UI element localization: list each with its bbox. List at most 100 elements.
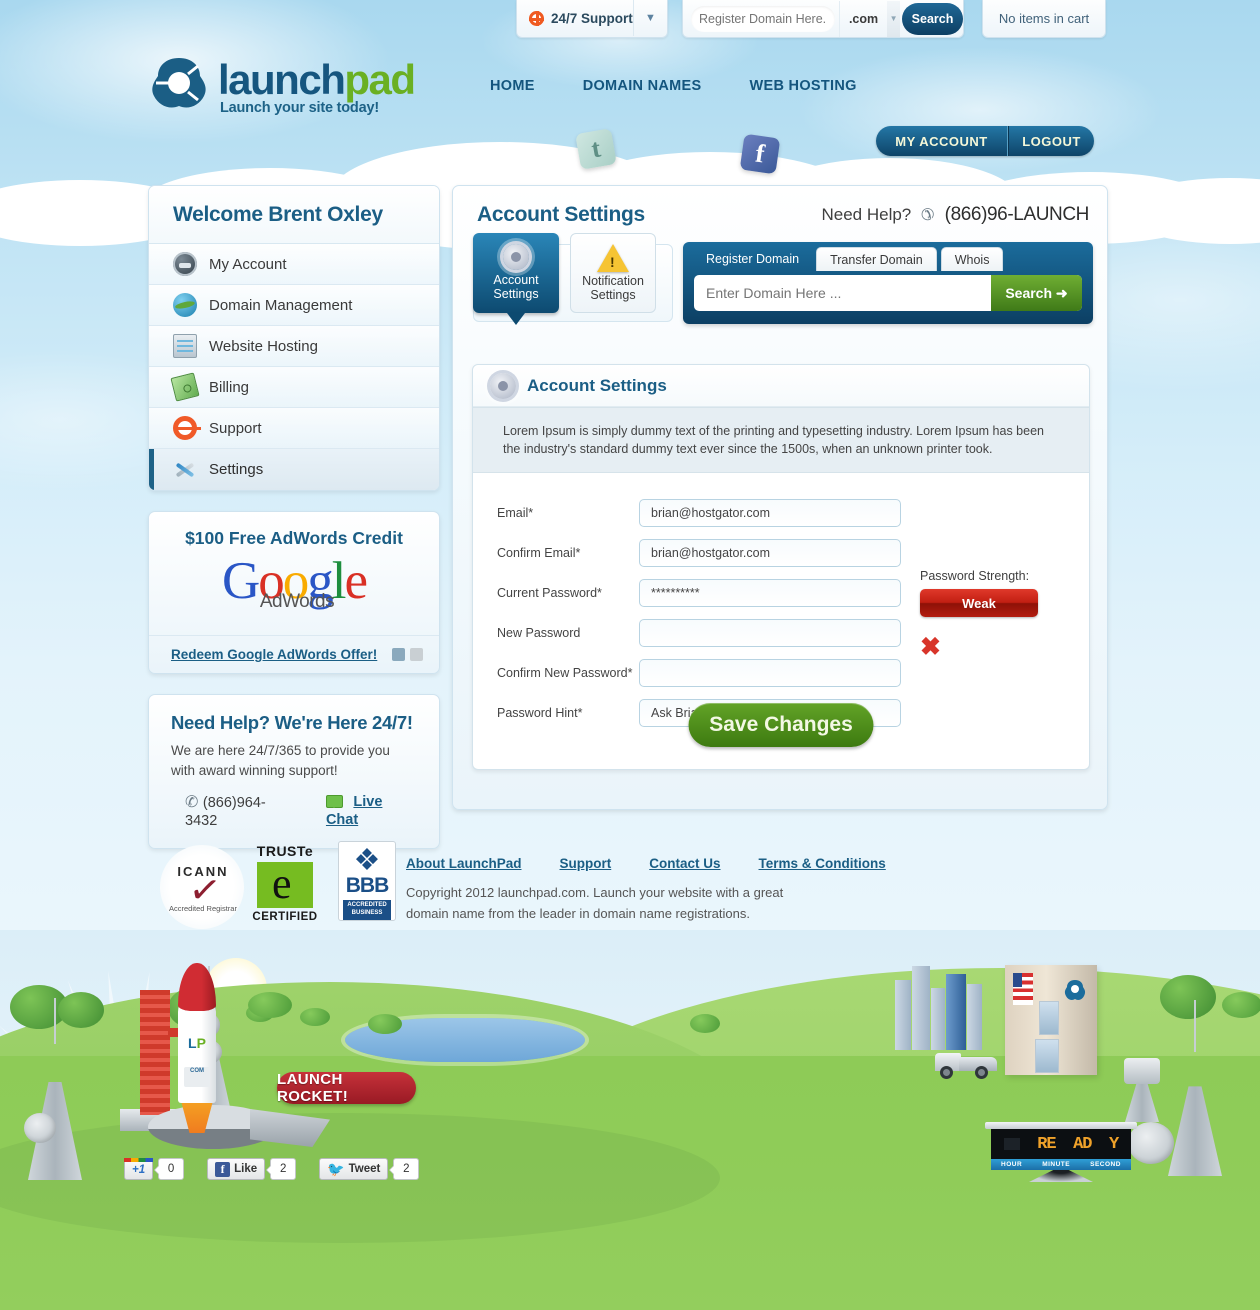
form-row-confirm-email: Confirm Email* bbox=[497, 539, 1089, 568]
life-ring-icon bbox=[173, 416, 201, 440]
twitter-tweet-button[interactable]: 🐦 Tweet 2 bbox=[319, 1158, 420, 1180]
sidebar-item-billing[interactable]: Billing bbox=[149, 367, 439, 408]
tld-chevron-down-icon[interactable]: ▼ bbox=[887, 0, 901, 37]
facebook-like-text: Like bbox=[234, 1163, 258, 1175]
tab-label-line1: Account bbox=[493, 273, 539, 287]
logo-tagline: Launch your site today! bbox=[220, 100, 379, 116]
account-settings-form: Email* Confirm Email* Current Password* … bbox=[473, 473, 1089, 728]
tab-account-settings[interactable]: Account Settings bbox=[473, 233, 559, 325]
radio-tower bbox=[28, 998, 82, 1180]
header-search-button[interactable]: Search bbox=[902, 2, 964, 35]
facebook-like-label[interactable]: f Like bbox=[207, 1158, 266, 1180]
cart-status[interactable]: No items in cart bbox=[982, 0, 1106, 38]
sidebar-item-settings[interactable]: Settings bbox=[149, 449, 439, 490]
gear-icon bbox=[490, 372, 516, 399]
confirm-new-password-label: Confirm New Password* bbox=[497, 666, 633, 681]
truste-e-icon bbox=[257, 858, 313, 909]
radio-tower bbox=[1168, 1000, 1222, 1176]
my-account-button[interactable]: MY ACCOUNT bbox=[876, 126, 1008, 156]
bush bbox=[690, 1014, 720, 1033]
chevron-down-icon[interactable]: ▼ bbox=[633, 0, 667, 36]
footer-link-support[interactable]: Support bbox=[560, 856, 612, 871]
bbb-badge-text: BBB bbox=[345, 874, 390, 897]
launch-rocket-button[interactable]: LAUNCH ROCKET! bbox=[277, 1071, 416, 1105]
help-phone-wrap: ✆ (866)964-3432 bbox=[185, 792, 296, 830]
confirm-email-field[interactable] bbox=[639, 539, 901, 568]
tools-icon bbox=[173, 458, 197, 482]
nav-item-web-hosting[interactable]: WEB HOSTING bbox=[750, 78, 857, 94]
facebook-like-count: 2 bbox=[266, 1158, 297, 1180]
support-label: 24/7 Support bbox=[551, 11, 633, 26]
nav-item-home[interactable]: HOME bbox=[490, 78, 535, 94]
main-content-panel: Account Settings Need Help? ✆ (866)96-LA… bbox=[452, 185, 1108, 810]
money-icon bbox=[170, 372, 200, 402]
tab-whois[interactable]: Whois bbox=[940, 247, 1004, 271]
new-password-field[interactable] bbox=[639, 619, 901, 648]
phone-icon: ✆ bbox=[185, 793, 199, 811]
password-strength-badge: Weak bbox=[920, 589, 1038, 618]
facebook-like-button[interactable]: f Like 2 bbox=[207, 1158, 297, 1180]
footer-links: About LaunchPad Support Contact Us Terms… bbox=[406, 856, 886, 871]
current-password-field[interactable] bbox=[639, 579, 901, 608]
rocket-badge: COM bbox=[184, 1067, 210, 1087]
sidebar-item-website-hosting[interactable]: Website Hosting bbox=[149, 326, 439, 367]
domain-search-tool: Register Domain Transfer Domain Whois Se… bbox=[683, 242, 1093, 324]
domain-search-button[interactable]: Search ➜ bbox=[991, 275, 1082, 311]
support-dropdown[interactable]: 24/7 Support ▼ bbox=[516, 0, 668, 38]
bbb-badge: ❖ BBB ACCREDITED BUSINESS bbox=[338, 841, 396, 921]
sidebar-item-my-account[interactable]: My Account bbox=[149, 244, 439, 285]
gauge-icon bbox=[173, 252, 197, 276]
footer-link-about[interactable]: About LaunchPad bbox=[406, 856, 522, 871]
settings-chip-group: Account Settings Notification Settings bbox=[473, 233, 673, 325]
confirm-new-password-field[interactable] bbox=[639, 659, 901, 688]
google-plus-button[interactable]: +1 0 bbox=[124, 1158, 185, 1180]
help-text: We are here 24/7/365 to provide you with… bbox=[171, 743, 390, 779]
icann-badge: ICANN ✓ Accredited Registrar bbox=[160, 845, 244, 929]
tld-select[interactable]: .com bbox=[839, 0, 887, 37]
email-field[interactable] bbox=[639, 499, 901, 528]
email-label: Email* bbox=[497, 506, 534, 521]
site-logo[interactable]: launchpad Launch your site today! bbox=[148, 52, 418, 120]
account-settings-box: Account Settings Lorem Ipsum is simply d… bbox=[472, 364, 1090, 770]
sidebar-item-support[interactable]: Support bbox=[149, 408, 439, 449]
password-mismatch-icon: ✖ bbox=[920, 633, 941, 662]
adwords-title: $100 Free AdWords Credit bbox=[185, 528, 403, 548]
sidebar-item-domain-management[interactable]: Domain Management bbox=[149, 285, 439, 326]
live-chat-wrap[interactable]: Live Chat bbox=[325, 793, 417, 829]
account-button-group: MY ACCOUNT LOGOUT bbox=[876, 126, 1094, 156]
footer-link-contact[interactable]: Contact Us bbox=[649, 856, 720, 871]
welcome-title: Welcome Brent Oxley bbox=[173, 202, 383, 226]
adwords-redeem-link[interactable]: Redeem Google AdWords Offer! bbox=[171, 647, 377, 662]
truste-badge-bottom: CERTIFIED bbox=[252, 911, 318, 923]
site-footer: ICANN ✓ Accredited Registrar TRUSTe CERT… bbox=[148, 840, 1108, 940]
tab-label-line2: Settings bbox=[493, 287, 539, 302]
chat-bubble-icon bbox=[325, 794, 343, 808]
header-domain-input[interactable] bbox=[691, 5, 835, 32]
save-changes-button[interactable]: Save Changes bbox=[688, 703, 874, 747]
gear-icon bbox=[473, 233, 559, 273]
twitter-bird-icon: 🐦 bbox=[327, 1160, 345, 1177]
footer-link-terms[interactable]: Terms & Conditions bbox=[759, 856, 886, 871]
launchpad-logo-icon bbox=[1064, 980, 1086, 1000]
city-building bbox=[967, 984, 982, 1050]
carousel-dots bbox=[392, 648, 423, 661]
facebook-cloud-icon[interactable]: f bbox=[739, 133, 781, 175]
tab-notification-settings[interactable]: Notification Settings bbox=[570, 233, 656, 313]
carousel-dot-2[interactable] bbox=[410, 648, 423, 661]
need-help-label: Need Help? bbox=[821, 205, 912, 224]
help-title: Need Help? We're Here 24/7! bbox=[171, 712, 413, 733]
password-strength-label: Password Strength: bbox=[920, 569, 1030, 584]
primary-nav: HOME DOMAIN NAMES WEB HOSTING bbox=[490, 78, 857, 94]
logout-button[interactable]: LOGOUT bbox=[1008, 126, 1094, 156]
logo-word-primary: launch bbox=[218, 56, 346, 103]
twitter-cloud-icon[interactable]: t bbox=[575, 128, 617, 170]
tab-transfer-domain[interactable]: Transfer Domain bbox=[816, 247, 937, 271]
adwords-subword: AdWords bbox=[259, 591, 335, 612]
tab-register-domain[interactable]: Register Domain bbox=[693, 247, 812, 271]
carousel-dot-1[interactable] bbox=[392, 648, 405, 661]
nav-item-domain-names[interactable]: DOMAIN NAMES bbox=[583, 78, 702, 94]
domain-search-input[interactable] bbox=[694, 276, 991, 310]
google-adwords-logo: Google AdWords bbox=[149, 552, 439, 629]
google-plus-label[interactable]: +1 bbox=[124, 1158, 154, 1180]
twitter-tweet-label[interactable]: 🐦 Tweet bbox=[319, 1158, 389, 1180]
